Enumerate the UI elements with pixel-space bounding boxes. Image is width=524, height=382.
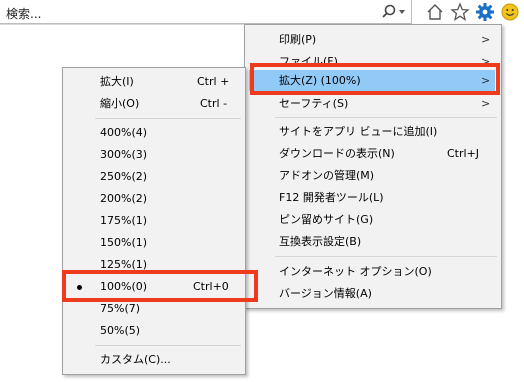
menu-item-add-site-to-apps[interactable]: サイトをアプリ ビューに追加(I): [245, 121, 501, 143]
search-dropdown-icon[interactable]: [399, 10, 405, 14]
menu-item-label: 150%(1): [100, 236, 148, 249]
menu-item-label: 拡大(I): [100, 75, 134, 88]
zoom-250-item[interactable]: 250%(2): [63, 166, 245, 188]
menu-item-compat-view[interactable]: 互換表示設定(B): [245, 231, 501, 253]
menu-item-manage-addons[interactable]: アドオンの管理(M): [245, 165, 501, 187]
submenu-arrow-icon: >: [481, 33, 491, 46]
smiley-icon[interactable]: [500, 2, 520, 22]
menu-item-label: 縮小(O): [100, 97, 140, 110]
zoom-175-item[interactable]: 175%(1): [63, 210, 245, 232]
menu-item-label: セーフティ(S): [279, 97, 349, 110]
zoom-300-item[interactable]: 300%(3): [63, 144, 245, 166]
menu-item-label: インターネット オプション(O): [279, 265, 432, 278]
search-icon[interactable]: [380, 3, 398, 21]
annotation-highlight-100: [62, 270, 258, 302]
zoom-custom-item[interactable]: カスタム(C)...: [63, 349, 245, 371]
zoom-out-item[interactable]: 縮小(O) Ctrl -: [63, 93, 245, 115]
menu-item-about[interactable]: バージョン情報(A): [245, 283, 501, 305]
menu-item-print[interactable]: 印刷(P) >: [245, 29, 501, 51]
menu-separator: [275, 256, 497, 257]
search-bar[interactable]: 検索...: [0, 0, 412, 24]
submenu-arrow-icon: >: [481, 97, 491, 110]
menu-separator: [275, 117, 497, 118]
menu-item-label: アドオンの管理(M): [279, 169, 375, 182]
menu-item-internet-options[interactable]: インターネット オプション(O): [245, 261, 501, 283]
zoom-submenu: 拡大(I) Ctrl + 縮小(O) Ctrl - 400%(4) 300%(3…: [62, 67, 246, 375]
menu-separator: [95, 345, 241, 346]
menu-item-pinned-sites[interactable]: ピン留めサイト(G): [245, 209, 501, 231]
menu-item-label: 200%(2): [100, 192, 148, 205]
shortcut-label: Ctrl+J: [447, 147, 480, 160]
menu-item-label: ダウンロードの表示(N): [279, 147, 395, 160]
home-icon[interactable]: [425, 2, 445, 22]
menu-item-f12-devtools[interactable]: F12 開発者ツール(L): [245, 187, 501, 209]
menu-item-view-downloads[interactable]: ダウンロードの表示(N) Ctrl+J: [245, 143, 501, 165]
shortcut-label: Ctrl +: [197, 75, 230, 88]
browser-window: 検索... 印刷(P) > ファイル(F) > 拡大(Z) (100%) > セ…: [0, 0, 524, 382]
shortcut-label: Ctrl -: [200, 97, 228, 110]
favorites-star-icon[interactable]: [450, 2, 470, 22]
menu-item-label: サイトをアプリ ビューに追加(I): [279, 125, 438, 138]
menu-separator: [95, 118, 241, 119]
menu-item-label: 400%(4): [100, 126, 148, 139]
zoom-in-item[interactable]: 拡大(I) Ctrl +: [63, 71, 245, 93]
zoom-200-item[interactable]: 200%(2): [63, 188, 245, 210]
menu-item-label: バージョン情報(A): [279, 287, 372, 300]
menu-item-label: 300%(3): [100, 148, 148, 161]
zoom-50-item[interactable]: 50%(5): [63, 320, 245, 342]
menu-item-label: 175%(1): [100, 214, 148, 227]
zoom-150-item[interactable]: 150%(1): [63, 232, 245, 254]
toolbar-divider: [0, 24, 244, 25]
search-input[interactable]: 検索...: [6, 5, 41, 22]
menu-item-label: 互換表示設定(B): [279, 235, 362, 248]
menu-item-safety[interactable]: セーフティ(S) >: [245, 93, 501, 115]
gear-icon[interactable]: [475, 2, 495, 22]
menu-item-label: 250%(2): [100, 170, 148, 183]
menu-item-label: 50%(5): [100, 324, 141, 337]
zoom-400-item[interactable]: 400%(4): [63, 122, 245, 144]
menu-item-label: ピン留めサイト(G): [279, 213, 374, 226]
menu-item-label: F12 開発者ツール(L): [279, 191, 384, 204]
menu-item-label: カスタム(C)...: [100, 353, 171, 366]
menu-item-label: 印刷(P): [279, 33, 317, 46]
annotation-highlight-zoom: [250, 63, 500, 95]
